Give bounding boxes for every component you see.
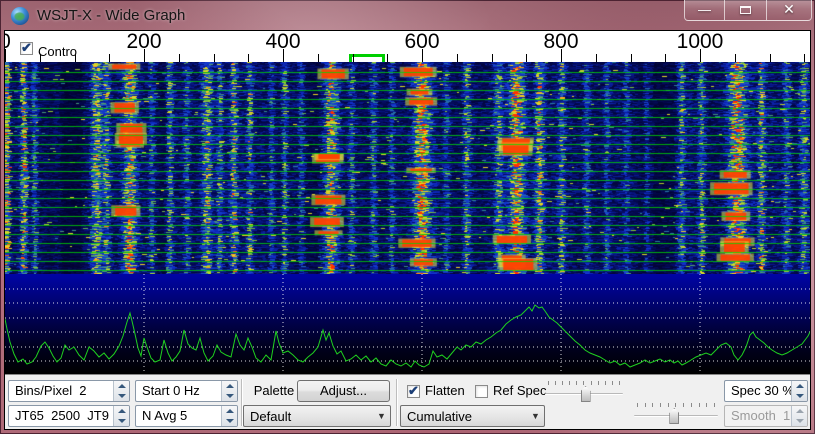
palette-combobox[interactable]: Default ▼ (243, 405, 391, 427)
maximize-icon (740, 6, 751, 14)
jt65-jt9-value: JT65 2500 JT9 (9, 406, 113, 426)
spectrum-trace (5, 305, 810, 367)
spin-arrows-icon[interactable] (221, 406, 237, 426)
spectrum-mode-value: Cumulative (401, 409, 527, 424)
ruler-tick (804, 54, 805, 62)
spectrum-plot[interactable] (5, 274, 810, 374)
wsjtx-globe-icon (11, 7, 29, 25)
ruler-label: 800 (543, 31, 578, 52)
ruler-label: 600 (404, 31, 439, 52)
spin-arrows-icon[interactable] (113, 406, 129, 426)
chevron-down-icon: ▼ (527, 411, 544, 421)
spin-arrows-icon[interactable] (221, 381, 237, 401)
palette-combobox-value: Default (244, 409, 373, 424)
spec-percent-spinbox[interactable]: Spec 30 % (724, 380, 808, 402)
ref-spec-label: Ref Spec (493, 381, 546, 401)
ruler-label: 1000 (677, 31, 724, 52)
chevron-down-icon: ▼ (373, 411, 390, 421)
ruler-tick (526, 54, 527, 62)
ruler-label: 400 (265, 31, 300, 52)
bins-pixel-value: Bins/Pixel 2 (9, 381, 113, 401)
n-avg-spinbox[interactable]: N Avg 5 (135, 405, 238, 427)
slider-ticks (637, 403, 715, 407)
flatten-label: Flatten (425, 381, 465, 401)
ruler-tick (318, 54, 319, 62)
ruler-tick (596, 54, 597, 62)
wide-graph-window: WSJT-X - Wide Graph — ✕ ✔ Contro 0 200 400… (0, 0, 815, 434)
ruler-tick (40, 54, 41, 62)
palette-label: Palette (248, 380, 300, 402)
ruler-label: 200 (126, 31, 161, 52)
gain-slider-1[interactable] (545, 380, 623, 402)
ruler-tick (631, 54, 632, 62)
zero-slider-1[interactable] (634, 402, 718, 424)
n-avg-value: N Avg 5 (136, 406, 221, 426)
ref-spec-checkbox-box[interactable]: ✔ (475, 385, 488, 398)
wide-graph-client: ✔ Contro 020040060080010001200 Bins/Pixe… (4, 30, 811, 430)
minimize-button[interactable]: — (684, 0, 725, 21)
controls-checkbox-box[interactable]: ✔ (20, 42, 33, 55)
slider-handle[interactable] (581, 386, 591, 402)
ruler-tick (770, 54, 771, 62)
ruler-tick (735, 54, 736, 62)
flatten-checkbox[interactable]: ✔ Flatten (407, 380, 465, 402)
ruler-tick (214, 54, 215, 62)
window-buttons: — ✕ (684, 0, 812, 21)
bins-pixel-spinbox[interactable]: Bins/Pixel 2 (8, 380, 130, 402)
spin-arrows-icon (791, 406, 807, 426)
smooth-spinbox: Smooth 1 (724, 405, 808, 427)
spin-arrows-icon[interactable] (113, 381, 129, 401)
check-icon: ✔ (408, 383, 419, 399)
adjust-button[interactable]: Adjust... (297, 380, 390, 402)
spec-percent-value: Spec 30 % (725, 381, 791, 401)
waterfall-display[interactable] (5, 62, 810, 274)
title-bar[interactable]: WSJT-X - Wide Graph — ✕ (0, 0, 815, 30)
ruler-tick (248, 54, 249, 62)
smooth-value: Smooth 1 (725, 406, 791, 426)
check-icon: ✔ (21, 40, 32, 56)
spectrum-mode-combobox[interactable]: Cumulative ▼ (400, 405, 545, 427)
ruler-tick (179, 54, 180, 62)
flatten-checkbox-box[interactable]: ✔ (407, 385, 420, 398)
ruler-tick (109, 54, 110, 62)
ruler-tick (457, 54, 458, 62)
spin-arrows-icon[interactable] (791, 381, 807, 401)
controls-checkbox-label: Contro (38, 42, 77, 59)
slider-handle[interactable] (669, 408, 679, 424)
ref-spec-checkbox[interactable]: ✔ Ref Spec (475, 380, 546, 402)
window-title: WSJT-X - Wide Graph (37, 0, 185, 30)
ruler-tick (492, 54, 493, 62)
ruler-tick (75, 54, 76, 62)
ruler-tick (387, 54, 388, 62)
ruler-tick (665, 54, 666, 62)
control-panel: Bins/Pixel 2 Start 0 Hz Palette Adjust..… (5, 374, 810, 429)
jt65-jt9-split-spinbox[interactable]: JT65 2500 JT9 (8, 405, 130, 427)
slider-ticks (548, 381, 620, 385)
spectrum-svg (5, 274, 810, 374)
ruler-tick (353, 54, 354, 62)
close-button[interactable]: ✕ (767, 0, 812, 21)
frequency-ruler[interactable]: ✔ Contro 020040060080010001200 (5, 31, 810, 62)
controls-checkbox[interactable]: ✔ Contro (20, 42, 77, 59)
start-hz-spinbox[interactable]: Start 0 Hz (135, 380, 238, 402)
start-hz-value: Start 0 Hz (136, 381, 221, 401)
rx-frequency-marker[interactable] (349, 54, 385, 62)
separator (396, 379, 398, 426)
ruler-label: 0 (5, 31, 11, 52)
maximize-button[interactable] (725, 0, 767, 21)
